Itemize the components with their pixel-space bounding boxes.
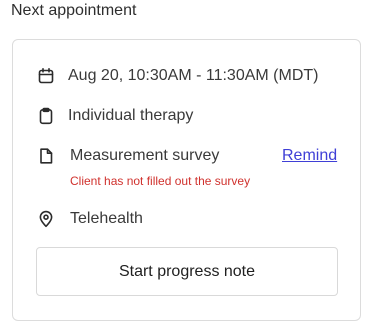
remind-link[interactable]: Remind <box>282 146 337 166</box>
appointment-service: Individual therapy <box>68 107 194 124</box>
document-icon <box>37 147 55 165</box>
appointment-card: Aug 20, 10:30AM - 11:30AM (MDT) Individu… <box>12 39 361 321</box>
calendar-icon <box>37 67 55 85</box>
clipboard-icon <box>37 107 55 125</box>
start-progress-note-button[interactable]: Start progress note <box>36 247 338 296</box>
appointment-datetime: Aug 20, 10:30AM - 11:30AM (MDT) <box>68 67 319 84</box>
survey-warning: Client has not filled out the survey <box>70 174 251 188</box>
survey-label: Measurement survey <box>70 147 220 164</box>
section-title: Next appointment <box>11 2 137 19</box>
map-pin-icon <box>37 210 55 228</box>
appointment-location: Telehealth <box>70 210 143 227</box>
